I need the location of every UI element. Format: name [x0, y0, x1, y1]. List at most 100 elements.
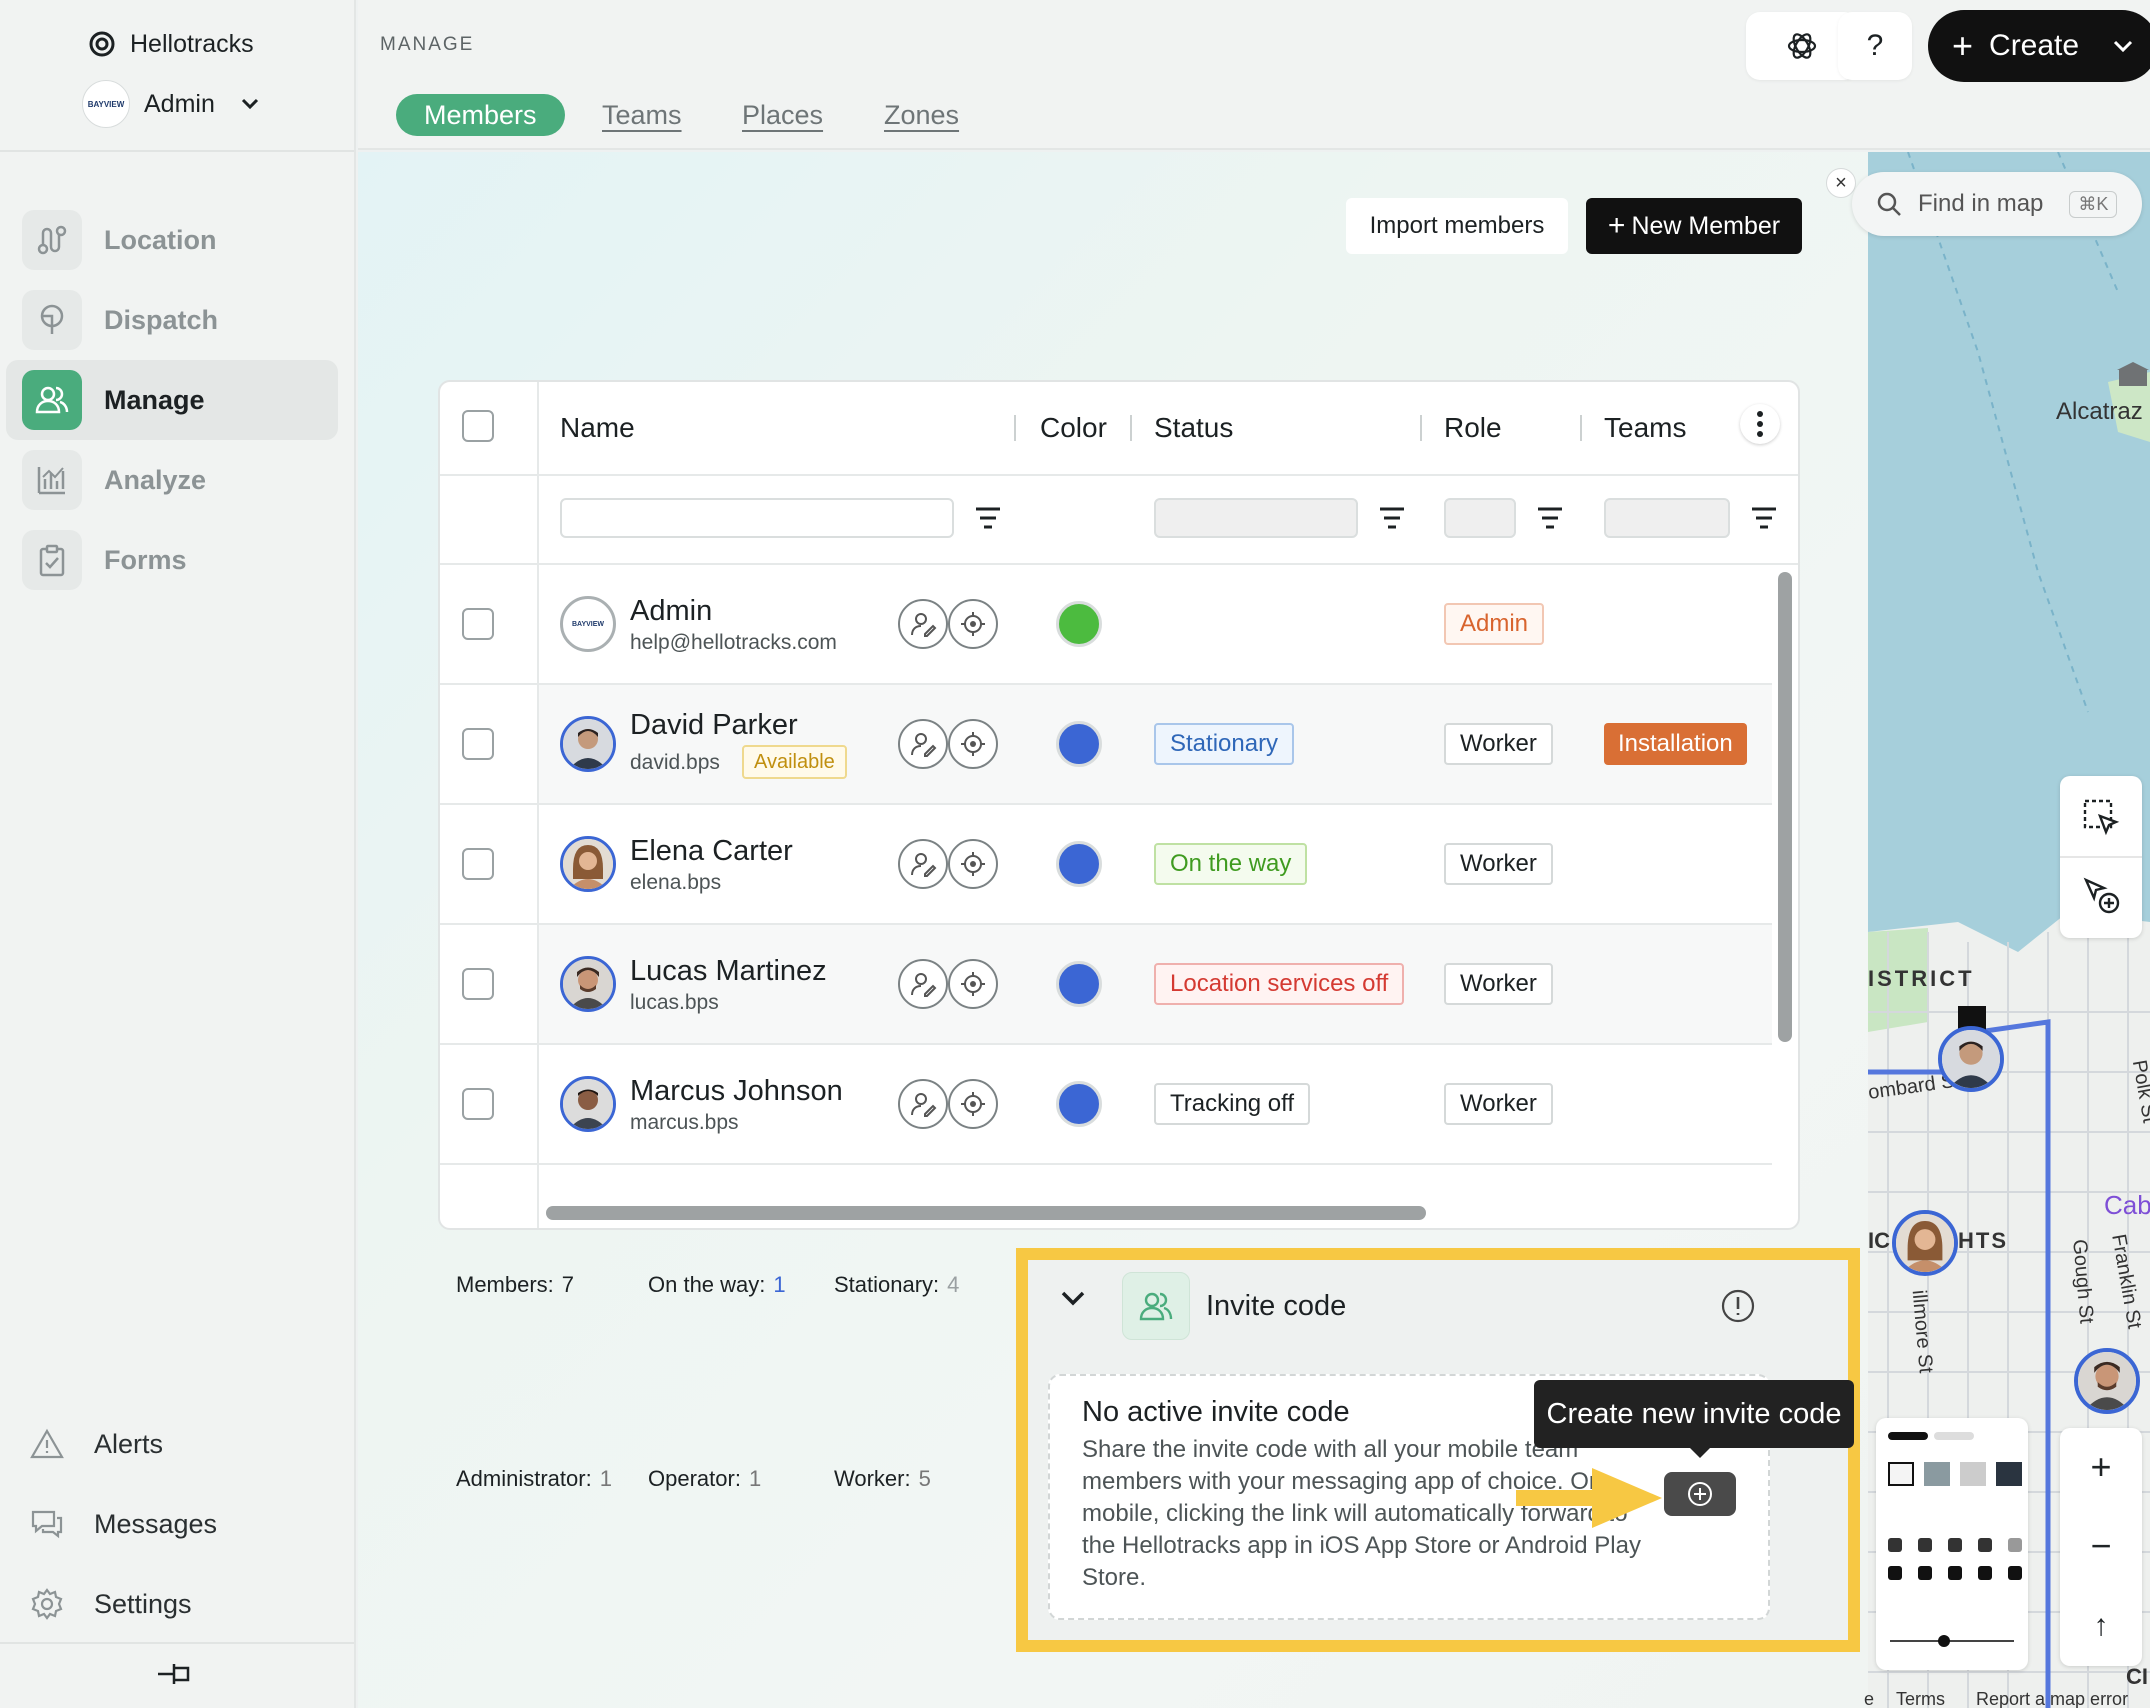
member-name[interactable]: Lucas Martinez — [630, 955, 827, 988]
column-header-role[interactable]: Role — [1444, 382, 1502, 474]
summary-operator: Operator: 1 — [648, 1466, 762, 1491]
team-badge[interactable]: Installation — [1604, 723, 1747, 765]
tab-members[interactable]: Members — [396, 94, 565, 136]
nav-item-location[interactable]: Location — [6, 200, 338, 280]
members-table: Name Color Status Role Teams BAYVIEW Adm… — [438, 380, 1800, 1230]
summary-on-the-way: On the way: 1 — [648, 1272, 786, 1297]
brand[interactable]: Hellotracks — [88, 22, 254, 66]
column-separator[interactable] — [1580, 415, 1582, 441]
tab-places[interactable]: Places — [742, 94, 823, 136]
map-terms-link[interactable]: Terms — [1896, 1690, 1945, 1708]
table-row[interactable]: Marcus Johnson marcus.bps Tracking off W… — [440, 1045, 1772, 1163]
nav-item-messages[interactable]: Messages — [30, 1494, 217, 1554]
nav-item-alerts[interactable]: Alerts — [30, 1414, 163, 1474]
member-color-dot[interactable] — [1056, 841, 1102, 887]
select-area-icon[interactable] — [2082, 798, 2120, 836]
new-member-button[interactable]: + New Member — [1586, 198, 1802, 254]
avatar — [560, 1076, 616, 1132]
tab-zones[interactable]: Zones — [884, 94, 959, 136]
map-member-marker[interactable] — [2074, 1348, 2140, 1414]
nav-item-forms[interactable]: Forms — [6, 520, 338, 600]
filter-icon[interactable] — [1750, 506, 1778, 530]
column-separator[interactable] — [1014, 415, 1016, 441]
filter-icon[interactable] — [974, 506, 1002, 530]
table-row[interactable]: BAYVIEW Admin help@hellotracks.com Admin — [440, 565, 1772, 683]
select-all-checkbox[interactable] — [462, 410, 494, 442]
zoom-out-button[interactable]: − — [2060, 1506, 2142, 1586]
edit-member-icon[interactable] — [898, 719, 948, 769]
info-icon[interactable] — [1720, 1288, 1756, 1324]
clipboard-icon — [22, 530, 82, 590]
nav-item-dispatch[interactable]: Dispatch — [6, 280, 338, 360]
status-filter-input[interactable] — [1154, 498, 1358, 538]
column-options-button[interactable] — [1740, 404, 1780, 444]
role-filter-input[interactable] — [1444, 498, 1516, 538]
filter-icon[interactable] — [1536, 506, 1564, 530]
filter-icon[interactable] — [1378, 506, 1406, 530]
edit-member-icon[interactable] — [898, 959, 948, 1009]
member-color-dot[interactable] — [1056, 721, 1102, 767]
table-row[interactable]: Elena Carter elena.bps On the way Worker — [440, 805, 1772, 923]
column-separator[interactable] — [1130, 415, 1132, 441]
column-header-teams[interactable]: Teams — [1604, 382, 1686, 474]
name-filter-input[interactable] — [560, 498, 954, 538]
pin-sidebar-icon[interactable] — [154, 1656, 194, 1692]
member-color-dot[interactable] — [1056, 961, 1102, 1007]
column-header-status[interactable]: Status — [1154, 382, 1233, 474]
horizontal-scrollbar[interactable] — [546, 1206, 1426, 1220]
locate-member-icon[interactable] — [948, 599, 998, 649]
locate-member-icon[interactable] — [948, 839, 998, 889]
summary-administrator: Administrator: 1 — [456, 1466, 612, 1491]
member-name[interactable]: Marcus Johnson — [630, 1075, 843, 1108]
column-header-color[interactable]: Color — [1040, 382, 1107, 474]
map-report-error-link[interactable]: Report a map error — [1976, 1690, 2128, 1708]
nav-item-settings[interactable]: Settings — [30, 1574, 192, 1634]
member-name[interactable]: David Parker — [630, 709, 798, 742]
member-sub: elena.bps — [630, 871, 722, 894]
member-color-dot[interactable] — [1056, 601, 1102, 647]
layer-icon — [1948, 1538, 1962, 1552]
zoom-in-button[interactable]: + — [2060, 1428, 2142, 1506]
help-button[interactable]: ? — [1838, 12, 1912, 80]
vertical-scrollbar[interactable] — [1778, 572, 1792, 1042]
row-checkbox[interactable] — [462, 1088, 494, 1120]
section-label: MANAGE — [380, 34, 475, 55]
openai-icon — [1785, 29, 1819, 63]
collapse-chevron-icon[interactable] — [1060, 1290, 1086, 1308]
edit-member-icon[interactable] — [898, 1079, 948, 1129]
create-button[interactable]: + Create — [1928, 10, 2150, 82]
row-checkbox[interactable] — [462, 728, 494, 760]
column-header-name[interactable]: Name — [560, 382, 635, 474]
edit-member-icon[interactable] — [898, 599, 948, 649]
map-label-ci: CI — [2126, 1664, 2148, 1689]
edit-member-icon[interactable] — [898, 839, 948, 889]
find-in-map-search[interactable]: Find in map ⌘K — [1852, 172, 2142, 236]
member-color-dot[interactable] — [1056, 1081, 1102, 1127]
locate-member-icon[interactable] — [948, 719, 998, 769]
locate-member-icon[interactable] — [948, 1079, 998, 1129]
row-checkbox[interactable] — [462, 608, 494, 640]
recenter-button[interactable]: ↑ — [2060, 1586, 2142, 1666]
status-badge: Stationary — [1154, 723, 1295, 765]
member-name[interactable]: Elena Carter — [630, 835, 793, 868]
tab-teams[interactable]: Teams — [602, 94, 682, 136]
member-name[interactable]: Admin — [630, 595, 712, 628]
map-label-ic: IC — [1868, 1228, 1890, 1253]
map-member-marker[interactable] — [1892, 1210, 1958, 1276]
column-separator[interactable] — [1420, 415, 1422, 441]
nav-item-manage[interactable]: Manage — [6, 360, 338, 440]
nav-item-analyze[interactable]: Analyze — [6, 440, 338, 520]
add-place-cursor-icon[interactable] — [2082, 876, 2122, 916]
row-checkbox[interactable] — [462, 968, 494, 1000]
org-switcher[interactable]: BAYVIEW Admin — [82, 76, 259, 132]
row-checkbox[interactable] — [462, 848, 494, 880]
teams-filter-input[interactable] — [1604, 498, 1730, 538]
import-members-button[interactable]: Import members — [1346, 198, 1568, 254]
create-invite-code-button[interactable] — [1664, 1472, 1736, 1516]
map-layers-preview[interactable] — [1876, 1418, 2028, 1670]
role-badge: Worker — [1444, 963, 1553, 1005]
locate-member-icon[interactable] — [948, 959, 998, 1009]
map-member-marker[interactable] — [1938, 1026, 2004, 1092]
close-panel-button[interactable]: × — [1826, 168, 1856, 198]
table-row-content: David Parker david.bps Available Station… — [440, 685, 1772, 803]
